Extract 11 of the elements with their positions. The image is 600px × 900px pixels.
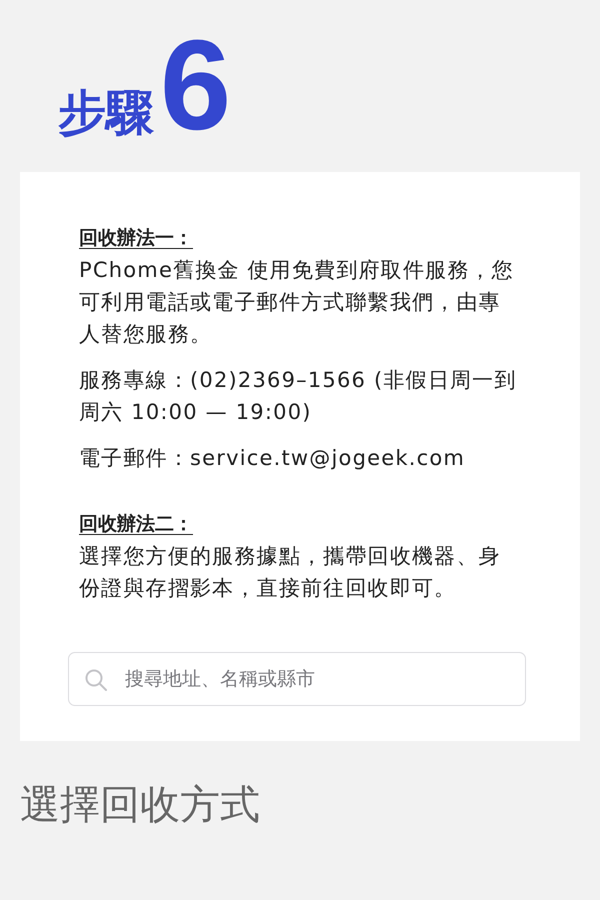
section-heading: 選擇回收方式: [20, 781, 261, 829]
method-heading: 回收辦法一：: [79, 226, 193, 251]
method-text: 電子郵件：service.tw@jogeek.com: [79, 445, 466, 472]
search-icon: [85, 669, 107, 691]
step-label: 步驟: [58, 89, 154, 137]
search-field[interactable]: 搜尋地址、名稱或縣市: [68, 652, 526, 706]
step-number: 6: [160, 22, 232, 150]
method-heading: 回收辦法二：: [79, 512, 193, 537]
method-text: PChome舊換金 使用免費到府取件服務，您可利用電話或電子郵件方式聯繫我們，由專人替您服務。: [79, 257, 515, 348]
method-text: 服務專線：(02)2369–1566 (非假日周一到周六 10:00 — 19:00): [79, 367, 518, 426]
method-text: 選擇您方便的服務據點，攜帶回收機器、身份證與存摺影本，直接前往回收即可。: [79, 543, 502, 602]
